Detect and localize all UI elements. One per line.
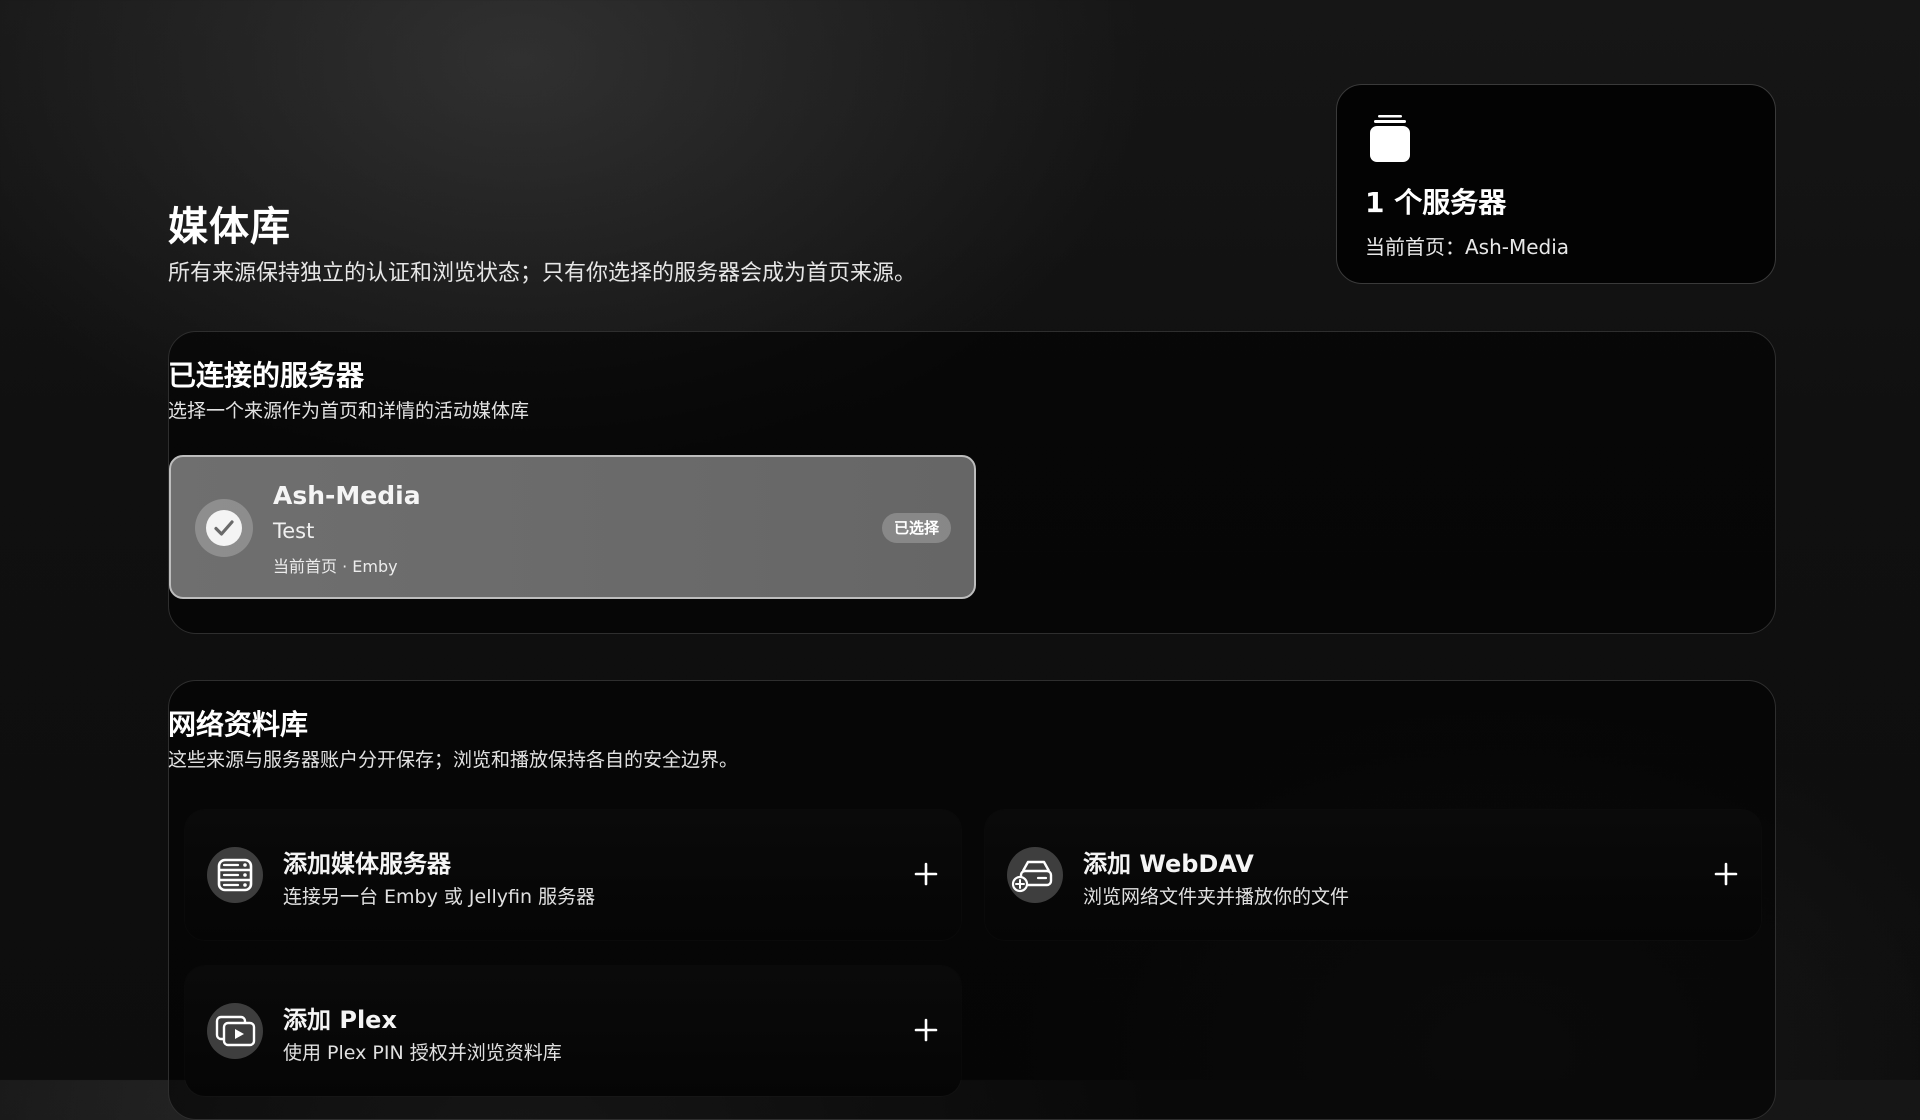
plex-icon-circle — [207, 1003, 263, 1059]
current-home-label: 当前首页：Ash-Media — [1365, 235, 1570, 259]
page-title: 媒体库 — [168, 204, 291, 250]
network-libraries-title: 网络资料库 — [168, 708, 309, 741]
server-icon-circle — [207, 847, 263, 903]
add-plex-title: 添加 Plex — [283, 1006, 397, 1034]
server-card-ash-media[interactable]: Ash-Media Test 当前首页 · Emby 已选择 — [169, 455, 976, 599]
network-libraries-panel: 网络资料库 这些来源与服务器账户分开保存；浏览和播放保持各自的安全边界。 添加媒… — [168, 680, 1776, 1120]
selected-badge: 已选择 — [881, 513, 951, 543]
add-webdav-card[interactable]: 添加 WebDAV 浏览网络文件夹并播放你的文件 — [985, 810, 1761, 940]
server-count: 1 个服务器 — [1365, 186, 1507, 219]
connected-servers-title: 已连接的服务器 — [168, 359, 365, 392]
connected-servers-subtitle: 选择一个来源作为首页和详情的活动媒体库 — [168, 400, 530, 422]
check-icon — [214, 520, 234, 536]
add-webdav-description: 浏览网络文件夹并播放你的文件 — [1083, 886, 1350, 908]
network-drive-icon — [1011, 860, 1053, 893]
plus-icon[interactable] — [1713, 861, 1739, 887]
add-plex-card[interactable]: 添加 Plex 使用 Plex PIN 授权并浏览资料库 — [185, 966, 961, 1096]
add-media-server-card[interactable]: 添加媒体服务器 连接另一台 Emby 或 Jellyfin 服务器 — [185, 810, 961, 940]
network-drive-icon-circle — [1007, 847, 1063, 903]
stack-icon — [1370, 115, 1410, 162]
page-subtitle: 所有来源保持独立的认证和浏览状态；只有你选择的服务器会成为首页来源。 — [168, 261, 917, 286]
add-webdav-title: 添加 WebDAV — [1083, 850, 1254, 878]
add-media-server-description: 连接另一台 Emby 或 Jellyfin 服务器 — [283, 886, 596, 908]
server-user: Test — [273, 519, 315, 543]
add-media-server-title: 添加媒体服务器 — [283, 850, 451, 878]
server-icon — [217, 858, 253, 892]
plus-icon[interactable] — [913, 1017, 939, 1043]
server-name: Ash-Media — [273, 481, 421, 510]
selection-indicator — [195, 499, 253, 557]
add-plex-description: 使用 Plex PIN 授权并浏览资料库 — [283, 1042, 562, 1064]
server-meta: 当前首页 · Emby — [273, 557, 398, 576]
network-libraries-subtitle: 这些来源与服务器账户分开保存；浏览和播放保持各自的安全边界。 — [168, 749, 739, 771]
connected-servers-panel: 已连接的服务器 选择一个来源作为首页和详情的活动媒体库 Ash-Media Te… — [168, 331, 1776, 634]
server-summary-card: 1 个服务器 当前首页：Ash-Media — [1336, 84, 1776, 284]
plex-play-icon — [215, 1015, 256, 1047]
plus-icon[interactable] — [913, 861, 939, 887]
